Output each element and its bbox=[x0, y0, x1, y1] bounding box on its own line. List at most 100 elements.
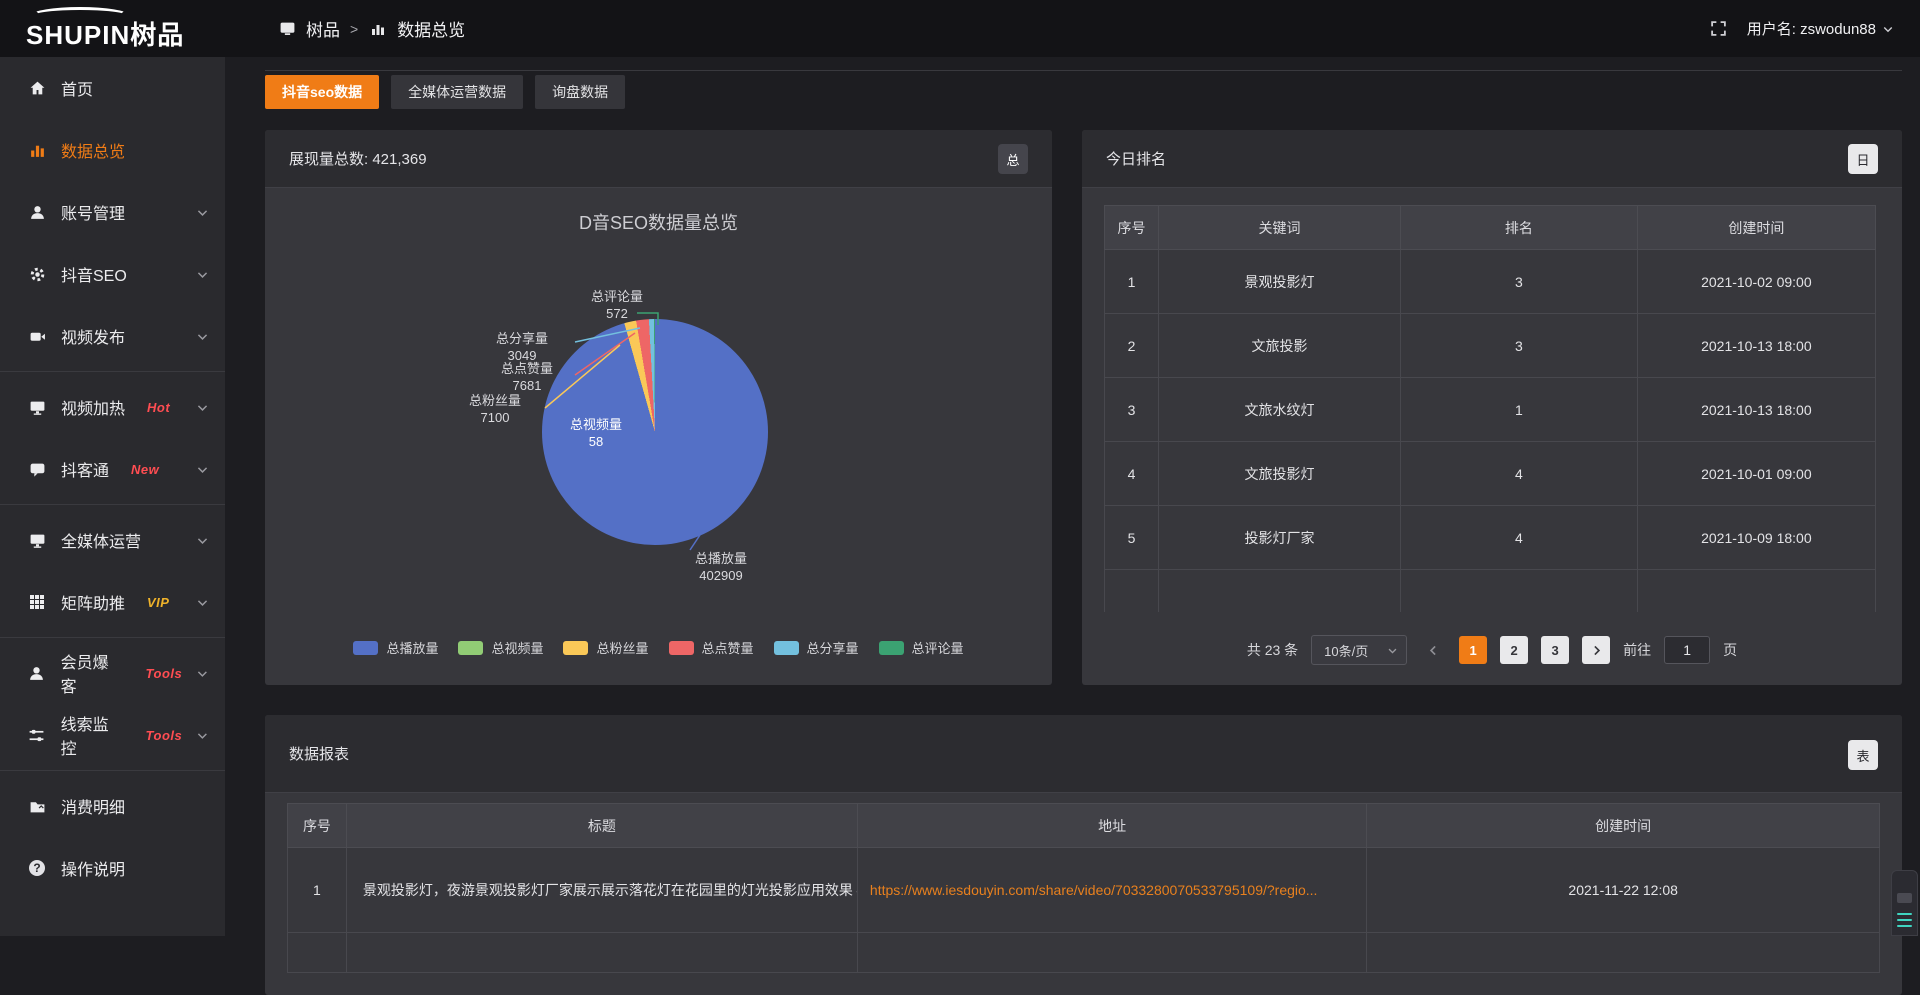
tools-badge: Tools bbox=[146, 728, 183, 743]
floating-widget[interactable] bbox=[1891, 870, 1918, 936]
sidebar-item-label: 账号管理 bbox=[61, 200, 125, 224]
legend-item-comments[interactable]: 总评论量 bbox=[879, 638, 964, 657]
page-unit-label: 页 bbox=[1723, 640, 1737, 660]
sidebar: 首页 数据总览 账号管理 抖音SEO 视频发布 视频加热 Hot 抖客通 New… bbox=[0, 57, 225, 936]
page-button-2[interactable]: 2 bbox=[1500, 636, 1528, 664]
legend-item-videos[interactable]: 总视频量 bbox=[458, 638, 543, 657]
pie-label-shares: 总分享量3049 bbox=[477, 330, 567, 364]
table-row-empty bbox=[1105, 570, 1876, 612]
legend-item-shares[interactable]: 总分享量 bbox=[774, 638, 859, 657]
video-link[interactable]: https://www.iesdouyin.com/share/video/70… bbox=[870, 882, 1318, 898]
sidebar-item-label: 视频发布 bbox=[61, 324, 125, 348]
user-icon bbox=[27, 204, 47, 221]
pagination: 共 23 条 10条/页 1 2 3 前往 页 bbox=[1082, 634, 1902, 666]
legend-swatch bbox=[458, 641, 483, 655]
sidebar-divider bbox=[0, 504, 225, 505]
next-page-button[interactable] bbox=[1582, 636, 1610, 664]
tab-omni-media-data[interactable]: 全媒体运营数据 bbox=[391, 75, 523, 109]
sidebar-item-label: 数据总览 bbox=[61, 138, 125, 162]
chevron-down-icon bbox=[196, 729, 209, 742]
table-header-row: 序号 标题 地址 创建时间 bbox=[288, 804, 1880, 848]
sidebar-item-label: 线索监控 bbox=[61, 711, 124, 759]
monitor-icon bbox=[27, 399, 47, 416]
new-badge: New bbox=[131, 462, 159, 477]
prev-page-button[interactable] bbox=[1420, 636, 1446, 664]
sidebar-item-data-overview[interactable]: 数据总览 bbox=[0, 119, 225, 181]
table-row: 4文旅投影灯42021-10-01 09:00 bbox=[1105, 442, 1876, 506]
chevron-right-icon bbox=[1590, 644, 1603, 657]
table-row: 2文旅投影32021-10-13 18:00 bbox=[1105, 314, 1876, 378]
breadcrumb-page: 数据总览 bbox=[397, 16, 465, 41]
monitor-icon bbox=[27, 532, 47, 549]
legend-item-likes[interactable]: 总点赞量 bbox=[669, 638, 754, 657]
sidebar-item-spend-details[interactable]: 消费明细 bbox=[0, 775, 225, 837]
table-mode-button[interactable]: 表 bbox=[1848, 740, 1878, 770]
header-divider bbox=[265, 70, 1902, 71]
sidebar-item-matrix-boost[interactable]: 矩阵助推 VIP bbox=[0, 571, 225, 633]
chart-icon bbox=[368, 21, 388, 37]
legend-item-fans[interactable]: 总粉丝量 bbox=[563, 638, 648, 657]
sidebar-item-label: 抖音SEO bbox=[61, 262, 127, 286]
chevron-down-icon bbox=[196, 534, 209, 547]
question-icon: ? bbox=[27, 860, 47, 876]
sidebar-item-home[interactable]: 首页 bbox=[0, 57, 225, 119]
sidebar-item-label: 视频加热 bbox=[61, 395, 125, 419]
chevron-down-icon bbox=[196, 206, 209, 219]
user-menu[interactable]: 用户名: zswodun88 bbox=[1747, 18, 1894, 39]
app-logo[interactable]: SHUPIN树品 bbox=[0, 6, 225, 52]
chevron-left-icon bbox=[1427, 644, 1440, 657]
col-no: 序号 bbox=[288, 804, 347, 848]
chevron-down-icon bbox=[196, 596, 209, 609]
page-size-select[interactable]: 10条/页 bbox=[1311, 635, 1407, 665]
grid-icon bbox=[27, 594, 47, 610]
pagination-total: 共 23 条 bbox=[1247, 640, 1298, 660]
report-panel-title: 数据报表 bbox=[289, 743, 349, 764]
legend-swatch bbox=[353, 641, 378, 655]
home-icon bbox=[27, 80, 47, 97]
sidebar-item-account[interactable]: 账号管理 bbox=[0, 181, 225, 243]
page-button-3[interactable]: 3 bbox=[1541, 636, 1569, 664]
chevron-down-icon bbox=[196, 330, 209, 343]
sidebar-item-member-burst[interactable]: 会员爆客 Tools bbox=[0, 642, 225, 704]
main-content: 抖音seo数据 全媒体运营数据 询盘数据 展现量总数: 421,369 总 D音… bbox=[225, 57, 1920, 936]
sidebar-divider bbox=[0, 371, 225, 372]
video-camera-icon bbox=[27, 328, 47, 345]
sidebar-item-lead-monitor[interactable]: 线索监控 Tools bbox=[0, 704, 225, 766]
chat-bubble-icon bbox=[27, 461, 47, 478]
sidebar-item-label: 矩阵助推 bbox=[61, 590, 125, 614]
col-keyword: 关键词 bbox=[1158, 206, 1400, 250]
sidebar-item-douketong[interactable]: 抖客通 New bbox=[0, 438, 225, 500]
total-mode-button[interactable]: 总 bbox=[998, 144, 1028, 174]
goto-page-input[interactable] bbox=[1664, 636, 1710, 664]
breadcrumb-app[interactable]: 树品 bbox=[306, 16, 340, 41]
sidebar-item-douyin-seo[interactable]: 抖音SEO bbox=[0, 243, 225, 305]
table-row: 1 景观投影灯，夜游景观投影灯厂家展示展示落花灯在花园里的灯光投影应用效果 # … bbox=[288, 848, 1880, 933]
legend-item-plays[interactable]: 总播放量 bbox=[353, 638, 438, 657]
breadcrumb-separator: > bbox=[349, 21, 359, 37]
legend-swatch bbox=[879, 641, 904, 655]
video-title-cell: 景观投影灯，夜游景观投影灯厂家展示展示落花灯在花园里的灯光投影应用效果 # bbox=[346, 848, 857, 933]
sidebar-item-omni-media[interactable]: 全媒体运营 bbox=[0, 509, 225, 571]
chevron-down-icon bbox=[1387, 645, 1398, 656]
chevron-down-icon bbox=[1882, 23, 1894, 35]
sidebar-item-label: 首页 bbox=[61, 76, 93, 100]
table-row: 3文旅水纹灯12021-10-13 18:00 bbox=[1105, 378, 1876, 442]
tab-douyin-seo-data[interactable]: 抖音seo数据 bbox=[265, 75, 379, 109]
breadcrumb: 树品 > 数据总览 bbox=[277, 16, 465, 41]
pie-label-fans: 总粉丝量7100 bbox=[450, 392, 540, 426]
tab-inquiry-data[interactable]: 询盘数据 bbox=[535, 75, 625, 109]
folder-icon bbox=[27, 798, 47, 815]
report-panel-header: 数据报表 表 bbox=[265, 715, 1902, 793]
col-url: 地址 bbox=[857, 804, 1366, 848]
user-label: 用户名: zswodun88 bbox=[1747, 18, 1876, 39]
sidebar-item-help[interactable]: ? 操作说明 bbox=[0, 837, 225, 899]
sidebar-item-video-heat[interactable]: 视频加热 Hot bbox=[0, 376, 225, 438]
page-button-1[interactable]: 1 bbox=[1459, 636, 1487, 664]
pie-label-comments: 总评论量572 bbox=[577, 288, 657, 322]
fullscreen-icon[interactable] bbox=[1710, 20, 1727, 37]
sidebar-item-label: 抖客通 bbox=[61, 457, 109, 481]
impressions-total: 展现量总数: 421,369 bbox=[289, 148, 427, 169]
report-panel: 数据报表 表 序号 标题 地址 创建时间 1 景观投影灯，夜游景观投影灯 bbox=[265, 715, 1902, 995]
day-mode-button[interactable]: 日 bbox=[1848, 144, 1878, 174]
sidebar-item-video-publish[interactable]: 视频发布 bbox=[0, 305, 225, 367]
